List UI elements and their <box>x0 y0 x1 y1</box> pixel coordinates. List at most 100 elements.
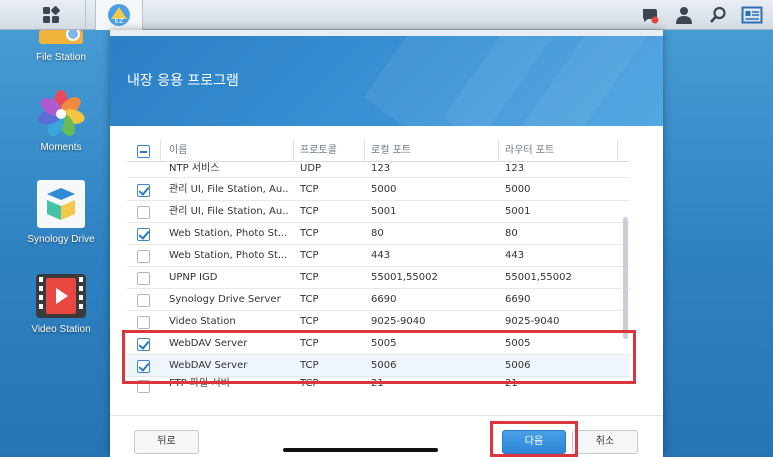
cell-protocol: TCP <box>300 272 319 283</box>
cell-router-port: 5001 <box>505 206 531 217</box>
cell-router-port: 443 <box>505 250 525 261</box>
cell-router-port: 123 <box>505 163 525 174</box>
row-checkbox[interactable] <box>137 206 150 219</box>
cell-protocol: TCP <box>300 378 319 389</box>
cell-router-port: 9025-9040 <box>505 316 560 327</box>
main-menu-button[interactable] <box>16 0 86 30</box>
table-row[interactable]: WebDAV Server TCP 5005 5005 <box>127 333 630 355</box>
synology-drive-icon <box>37 180 85 228</box>
cell-router-port: 6690 <box>505 294 531 305</box>
table-row[interactable]: 관리 UI, File Station, Au... TCP 5001 5001 <box>127 201 630 223</box>
table-row[interactable]: UPNP IGD TCP 55001,55002 55001,55002 <box>127 267 630 289</box>
wizard-window: 내장 응용 프로그램 이름 프로토콜 로컬 포트 라우터 포트 NTP 서비스 … <box>110 30 663 457</box>
cell-local-port: 9025-9040 <box>371 316 426 327</box>
column-name-header[interactable]: 이름 <box>169 140 289 162</box>
desktop-icon-label: Synology Drive <box>27 234 95 245</box>
cell-local-port: 123 <box>371 163 391 174</box>
cell-local-port: 5005 <box>371 338 397 349</box>
cell-local-port: 21 <box>371 378 384 389</box>
user-button[interactable] <box>671 2 697 28</box>
column-protocol-header[interactable]: 프로토콜 <box>300 140 360 162</box>
cell-local-port: 443 <box>371 250 391 261</box>
taskbar-tray <box>637 0 765 30</box>
chat-icon <box>643 9 659 24</box>
home-indicator[interactable] <box>283 448 438 452</box>
cell-protocol: TCP <box>300 206 319 217</box>
cell-protocol: TCP <box>300 360 319 371</box>
desktop-icon-synology-drive[interactable]: Synology Drive <box>6 180 116 245</box>
cell-name: FTP 파일 서버 <box>169 378 230 389</box>
table-header: 이름 프로토콜 로컬 포트 라우터 포트 <box>127 140 630 162</box>
cell-name: 관리 UI, File Station, Au... <box>169 184 289 195</box>
wizard-app-icon: EZ <box>108 4 130 26</box>
cell-name: NTP 서비스 <box>169 163 220 174</box>
row-checkbox[interactable] <box>137 360 150 373</box>
table-row[interactable]: WebDAV Server TCP 5006 5006 <box>127 355 630 377</box>
widgets-button[interactable] <box>739 2 765 28</box>
cell-protocol: TCP <box>300 338 319 349</box>
cell-protocol: UDP <box>300 163 322 174</box>
table-row[interactable]: Video Station TCP 9025-9040 9025-9040 <box>127 311 630 333</box>
table-scrollbar[interactable] <box>623 217 628 339</box>
row-checkbox[interactable] <box>137 184 150 197</box>
table-row[interactable]: FTP 파일 서버 TCP 21 21 <box>127 377 630 395</box>
cell-router-port: 80 <box>505 228 518 239</box>
desktop-icon-label: Moments <box>40 142 82 153</box>
cell-router-port: 21 <box>505 378 518 389</box>
table-row[interactable]: 관리 UI, File Station, Au... TCP 5000 5000 <box>127 179 630 201</box>
cell-local-port: 55001,55002 <box>371 272 438 283</box>
wizard-title: 내장 응용 프로그램 <box>127 73 239 89</box>
file-station-icon <box>39 30 83 44</box>
cell-name: Web Station, Photo St... <box>169 228 288 239</box>
row-checkbox[interactable] <box>137 272 150 285</box>
user-icon <box>676 7 692 24</box>
chat-button[interactable] <box>637 2 663 28</box>
moments-icon <box>37 90 85 137</box>
cell-protocol: TCP <box>300 228 319 239</box>
cell-protocol: TCP <box>300 184 319 195</box>
select-all-checkbox[interactable] <box>137 145 150 158</box>
desktop-icon-moments[interactable]: Moments <box>6 88 116 153</box>
cell-name: Synology Drive Server <box>169 294 281 305</box>
taskbar: EZ <box>0 0 773 30</box>
cell-local-port: 6690 <box>371 294 397 305</box>
row-checkbox[interactable] <box>137 338 150 351</box>
desktop-icon-file-station[interactable]: File Station <box>6 30 116 63</box>
wizard-header: 내장 응용 프로그램 <box>110 30 663 126</box>
svg-text:EZ: EZ <box>114 17 123 25</box>
table-row[interactable]: NTP 서비스 UDP 123 123 <box>127 162 630 178</box>
window-titlebar <box>110 30 663 36</box>
table-row[interactable]: Web Station, Photo St... TCP 80 80 <box>127 223 630 245</box>
desktop-icon-label: File Station <box>35 52 87 63</box>
next-button[interactable]: 다음 <box>502 430 566 454</box>
table-row[interactable]: Web Station, Photo St... TCP 443 443 <box>127 245 630 267</box>
desktop-icon-label: Video Station <box>31 324 91 335</box>
cell-router-port: 55001,55002 <box>505 272 572 283</box>
row-checkbox[interactable] <box>137 228 150 241</box>
back-button[interactable]: 뒤로 <box>134 430 199 454</box>
cell-name: WebDAV Server <box>169 360 248 371</box>
widgets-icon <box>741 6 763 24</box>
cell-name: Web Station, Photo St... <box>169 250 288 261</box>
cell-name: 관리 UI, File Station, Au... <box>169 206 289 217</box>
row-checkbox[interactable] <box>137 294 150 307</box>
cell-router-port: 5006 <box>505 360 531 371</box>
desktop-icon-video-station[interactable]: Video Station <box>6 274 116 335</box>
cell-protocol: TCP <box>300 316 319 327</box>
row-checkbox[interactable] <box>137 316 150 329</box>
cell-router-port: 5000 <box>505 184 531 195</box>
cancel-button[interactable]: 취소 <box>572 430 638 454</box>
column-local-port-header[interactable]: 로컬 포트 <box>371 140 491 162</box>
column-router-port-header[interactable]: 라우터 포트 <box>505 140 625 162</box>
cell-local-port: 5006 <box>371 360 397 371</box>
search-icon <box>710 6 726 23</box>
main-menu-icon <box>42 6 60 23</box>
taskbar-wizard-app[interactable]: EZ <box>95 0 143 30</box>
row-checkbox[interactable] <box>137 250 150 263</box>
video-station-icon <box>36 274 86 318</box>
search-button[interactable] <box>705 2 731 28</box>
table-row[interactable]: Synology Drive Server TCP 6690 6690 <box>127 289 630 311</box>
cell-protocol: TCP <box>300 250 319 261</box>
row-checkbox[interactable] <box>137 380 150 393</box>
cell-protocol: TCP <box>300 294 319 305</box>
